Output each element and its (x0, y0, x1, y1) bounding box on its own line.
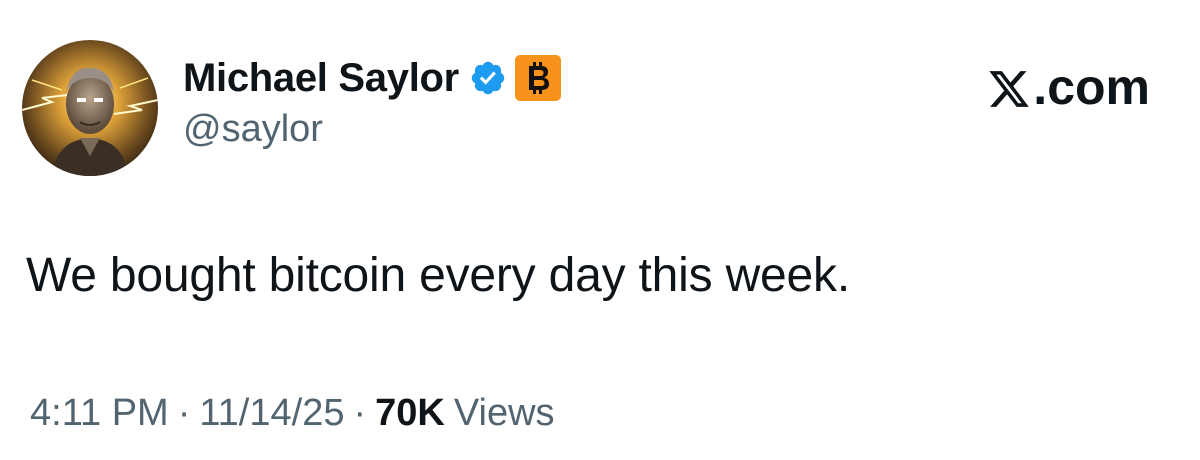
site-label: .com (1033, 59, 1150, 115)
tweet-text: We bought bitcoin every day this week. (26, 249, 850, 302)
meta-separator: · (353, 392, 367, 434)
display-name-row: Michael Saylor (183, 50, 561, 106)
tweet-time[interactable]: 4:11 PM (30, 392, 169, 435)
x-logo-icon (987, 65, 1031, 109)
tweet-date[interactable]: 11/14/25 (199, 392, 344, 435)
tweet-meta: 4:11 PM · 11/14/25 · 70K Views (30, 392, 555, 435)
views-count[interactable]: 70K (375, 392, 445, 435)
verified-badge-icon (469, 59, 507, 97)
bitcoin-icon (514, 55, 561, 101)
display-name[interactable]: Michael Saylor (183, 56, 459, 101)
views-label: Views (453, 392, 555, 434)
meta-separator: · (177, 392, 191, 434)
avatar[interactable] (22, 40, 158, 176)
tweet-card: Michael Saylor @saylor .com We bought bi… (0, 0, 1200, 460)
site-mark[interactable]: .com (987, 58, 1150, 116)
avatar-image (22, 40, 158, 176)
user-handle[interactable]: @saylor (183, 108, 323, 151)
